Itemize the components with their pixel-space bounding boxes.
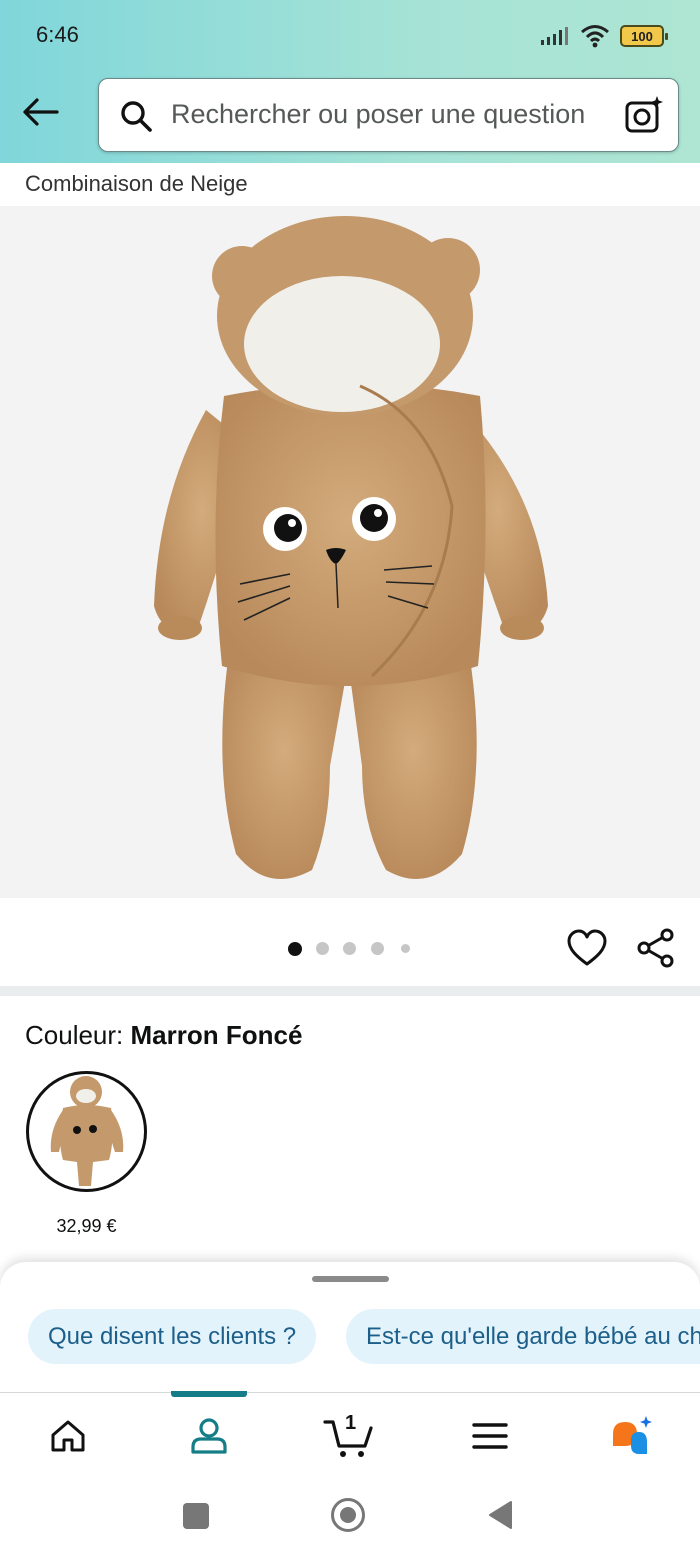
nav-menu[interactable] bbox=[430, 1393, 550, 1479]
account-icon bbox=[191, 1418, 227, 1454]
home-system-button[interactable] bbox=[331, 1498, 365, 1532]
home-system-dot bbox=[340, 1507, 356, 1523]
back-system-icon[interactable] bbox=[487, 1500, 513, 1530]
search-input[interactable]: Rechercher ou poser une question bbox=[171, 99, 585, 130]
pager-dot[interactable] bbox=[288, 942, 302, 956]
camera-icon[interactable] bbox=[624, 95, 664, 135]
sheet-drag-handle[interactable] bbox=[312, 1276, 389, 1282]
pager-dot[interactable] bbox=[343, 942, 356, 955]
pager-dot[interactable] bbox=[371, 942, 384, 955]
rufus-icon bbox=[613, 1416, 652, 1454]
swatch-price: 32,99 € bbox=[56, 1216, 117, 1236]
search-icon bbox=[121, 101, 152, 132]
nav-home[interactable] bbox=[8, 1393, 128, 1479]
nav-rufus[interactable] bbox=[572, 1393, 692, 1479]
color-swatch-selected[interactable] bbox=[26, 1071, 147, 1192]
product-image[interactable] bbox=[0, 206, 700, 898]
status-time: 6:46 bbox=[36, 22, 79, 47]
cart-count: 1 bbox=[345, 1412, 357, 1434]
color-value: Marron Foncé bbox=[130, 1020, 303, 1050]
heart-icon[interactable] bbox=[566, 928, 608, 968]
product-title-line: Combinaison de Neige bbox=[25, 171, 248, 196]
wifi-icon bbox=[581, 25, 609, 48]
color-label: Couleur: Marron Foncé bbox=[25, 1020, 302, 1051]
signal-icon bbox=[541, 27, 568, 45]
search-bar[interactable]: Rechercher ou poser une question bbox=[98, 78, 679, 152]
recents-button[interactable] bbox=[183, 1503, 209, 1529]
pager-dot[interactable] bbox=[401, 944, 410, 953]
battery-icon: 100 bbox=[620, 25, 668, 47]
swatch-image bbox=[50, 1076, 124, 1186]
status-icons: 100 bbox=[540, 22, 668, 50]
product-title: Combinaison de Neige bbox=[0, 163, 700, 206]
suggestion-chip[interactable]: Que disent les clients ? bbox=[28, 1309, 317, 1364]
back-arrow-icon bbox=[23, 98, 59, 126]
bottom-nav: 1 bbox=[0, 1391, 700, 1479]
home-icon bbox=[51, 1420, 85, 1452]
pager-dot[interactable] bbox=[316, 942, 329, 955]
product-image-gallery[interactable] bbox=[0, 206, 700, 898]
nav-cart[interactable]: 1 bbox=[289, 1393, 409, 1479]
color-label-text: Couleur: bbox=[25, 1020, 131, 1050]
section-divider bbox=[0, 986, 700, 996]
back-button[interactable] bbox=[18, 92, 62, 132]
system-nav-bar bbox=[0, 1478, 700, 1555]
suggestion-chip[interactable]: Est-ce qu'elle garde bébé au chaud ? bbox=[346, 1309, 700, 1364]
rufus-suggestions-sheet[interactable]: Que disent les clients ? Est-ce qu'elle … bbox=[0, 1262, 700, 1394]
menu-icon bbox=[472, 1423, 508, 1449]
share-icon[interactable] bbox=[636, 928, 676, 968]
nav-account[interactable] bbox=[149, 1393, 269, 1479]
header: 6:46 100 Rechercher ou poser une questio… bbox=[0, 0, 700, 163]
